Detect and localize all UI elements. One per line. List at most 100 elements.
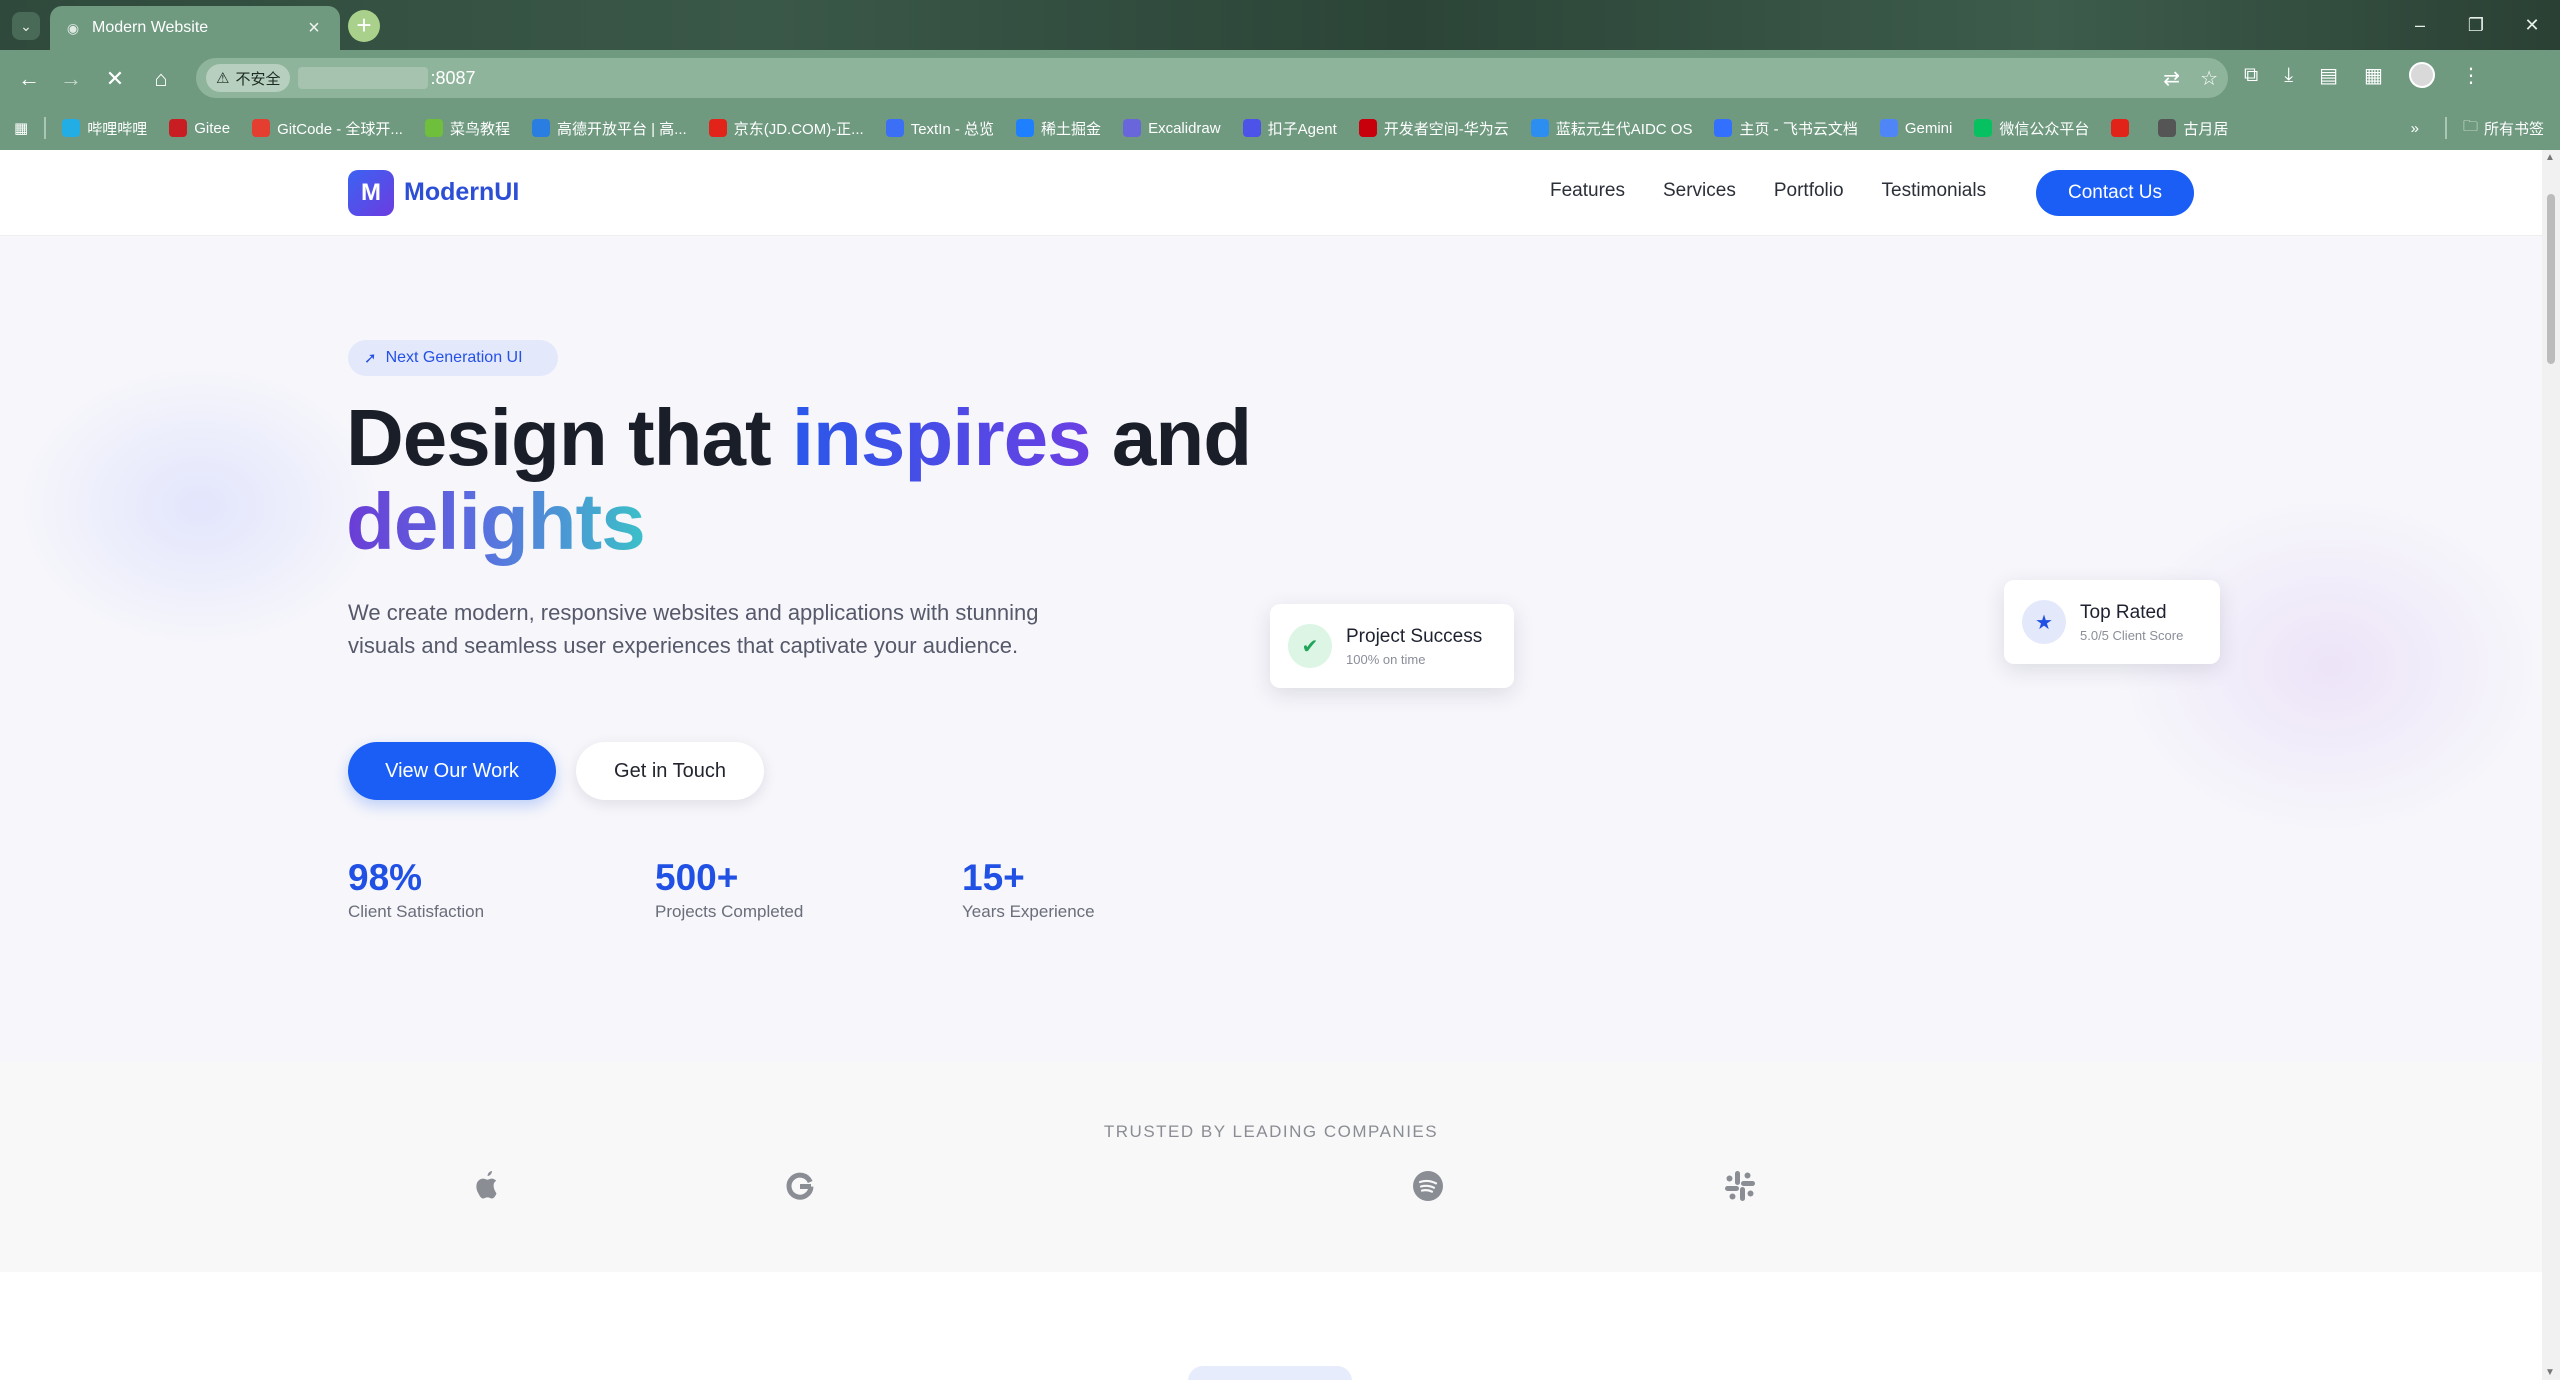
nav-link-testimonials[interactable]: Testimonials [1882,180,1987,202]
downloads-icon[interactable]: ⤓ [2284,64,2293,87]
page-scrollbar[interactable]: ▲ ▼ [2542,150,2560,1380]
bookmark-star-icon[interactable]: ☆ [2200,66,2218,91]
browser-tab-bar: ⌄ ◉ Modern Website × + – ❐ ✕ [0,0,2560,50]
profile-avatar[interactable] [2408,62,2435,88]
close-window-icon[interactable]: ✕ [2504,0,2560,50]
nav-link-portfolio[interactable]: Portfolio [1774,180,1844,202]
bookmark-favicon-icon [708,119,727,137]
browser-tab-active[interactable]: ◉ Modern Website × [50,6,340,50]
bookmark-item[interactable]: 蓝耘元生代AIDC OS [1530,118,1692,139]
bookmark-label: 主页 - 飞书云文档 [1739,120,1858,138]
all-bookmarks-label: 所有书签 [2483,120,2544,138]
apps-grid-icon[interactable]: ▦ [2364,63,2383,88]
bookmark-item[interactable]: 古月居 [2158,118,2228,139]
address-bar[interactable]: ⚠ 不安全 :8087 ⇄ ☆ [196,58,2228,98]
check-icon: ✔ [1288,624,1332,668]
section-badge [1188,1366,1352,1380]
stop-loading-icon[interactable]: ✕ [100,64,130,94]
forward-arrow-icon[interactable]: → [56,64,86,94]
more-menu-icon[interactable]: ⋮ [2461,63,2481,88]
translate-icon[interactable]: ⇄ [2163,66,2180,91]
star-icon: ★ [2022,600,2066,644]
nav-link-services[interactable]: Services [1663,180,1736,202]
bookmark-item[interactable]: 稀土掘金 [1016,118,1101,139]
bookmarks-divider [44,117,47,139]
tab-close-icon[interactable]: × [302,17,326,40]
get-in-touch-button[interactable]: Get in Touch [576,742,764,800]
bookmark-item[interactable]: 微信公众平台 [1974,118,2089,139]
trusted-section: TRUSTED BY LEADING COMPANIES [0,1062,2542,1272]
card-subtitle: 100% on time [1346,651,1426,667]
stat-label: Years Experience [962,902,1095,921]
new-tab-button[interactable]: + [348,10,380,42]
all-bookmarks[interactable]: » 🗀 所有书签 [2411,106,2544,150]
top-rated-card: ★ Top Rated 5.0/5 Client Score [2004,580,2220,664]
bookmark-favicon-icon [1714,119,1733,137]
bookmark-label: Excalidraw [1148,119,1221,137]
trusted-title: TRUSTED BY LEADING COMPANIES [1103,1122,1439,1141]
stat-value: 500+ [655,857,739,898]
globe-icon: ◉ [66,19,80,36]
bookmark-favicon-icon [885,119,904,137]
bookmarks-bar: ▦ 哔哩哔哩 Gitee GitCode - 全球开... 菜鸟教程 高德开放平台 | … [0,106,2560,150]
security-label: 不安全 [235,70,281,88]
slack-icon [1720,1166,1760,1206]
bookmark-label: GitCode - 全球开... [277,120,403,138]
hero-badge-label: Next Generation UI [385,349,523,366]
hero-headline: Design that inspires and delights [346,393,1252,566]
stat-item: 15+ Years Experience [962,856,1269,922]
back-arrow-icon[interactable]: ← [14,64,44,94]
bookmark-label: 菜鸟教程 [449,120,510,138]
main-nav: Features Services Portfolio Testimonials [1550,180,1986,202]
bookmark-label: 稀土掘金 [1041,120,1102,138]
contact-us-button[interactable]: Contact Us [2036,170,2194,216]
card-subtitle: 5.0/5 Client Score [2080,627,2184,643]
bookmark-favicon-icon [531,119,550,137]
bookmark-item[interactable]: Excalidraw [1123,119,1221,137]
bookmark-favicon-icon [1358,119,1377,137]
bookmark-item[interactable]: TextIn - 总览 [885,118,995,139]
scroll-thumb[interactable] [2547,194,2555,364]
bookmark-item[interactable]: Gitee [169,119,230,137]
chevron-right-icon[interactable]: » [2411,120,2419,137]
hero-section: ➚ Next Generation UI Design that inspire… [0,236,2542,1062]
site-header: M ModernUI Features Services Portfolio T… [0,150,2542,236]
window-controls: – ❐ ✕ [2392,0,2560,50]
bookmark-label: 微信公众平台 [1999,120,2090,138]
bookmark-item[interactable]: 京东(JD.COM)-正... [708,118,864,139]
bookmark-label: 京东(JD.COM)-正... [733,120,864,138]
security-indicator[interactable]: ⚠ 不安全 [206,64,291,92]
rocket-icon: ➚ [364,350,377,367]
headline-highlight: inspires [791,393,1092,482]
bookmark-item[interactable]: 高德开放平台 | 高... [531,118,687,139]
bookmark-item[interactable]: 开发者空间-华为云 [1358,118,1509,139]
bookmark-label: 扣子Agent [1267,120,1337,138]
scroll-up-icon[interactable]: ▲ [2545,152,2555,163]
restore-icon[interactable]: ❐ [2448,0,2504,50]
home-icon[interactable]: ⌂ [146,64,176,94]
extensions-icon[interactable]: ⧉ [2244,64,2258,87]
bookmark-item[interactable]: 哔哩哔哩 [62,118,147,139]
apps-icon[interactable]: ▦ [14,119,28,137]
bookmark-favicon-icon [1530,119,1549,137]
bookmark-favicon-icon [424,119,443,137]
bookmark-list: 哔哩哔哩 Gitee GitCode - 全球开... 菜鸟教程 高德开放平台 | 高.… [62,118,2250,139]
bookmark-item[interactable]: 主页 - 飞书云文档 [1714,118,1858,139]
bookmark-item[interactable] [2111,119,2136,137]
bookmark-item[interactable]: Gemini [1879,119,1952,137]
logo-mark[interactable]: M [348,170,394,216]
reading-list-icon[interactable]: ▤ [2319,63,2338,88]
logo-text[interactable]: ModernUI [404,178,519,207]
scroll-down-icon[interactable]: ▼ [2545,1367,2555,1378]
tab-search-button[interactable]: ⌄ [12,12,40,40]
browser-toolbar: ← → ✕ ⌂ ⚠ 不安全 :8087 ⇄ ☆ ⧉ ⤓ ▤ ▦ ⋮ [0,50,2560,106]
headline-line2: delights [346,477,646,566]
view-our-work-button[interactable]: View Our Work [348,742,556,800]
minimize-icon[interactable]: – [2392,0,2448,50]
bookmark-item[interactable]: GitCode - 全球开... [252,118,403,139]
bookmark-favicon-icon [252,119,271,137]
bookmark-label: TextIn - 总览 [910,120,995,138]
nav-link-features[interactable]: Features [1550,180,1625,202]
bookmark-item[interactable]: 菜鸟教程 [424,118,510,139]
bookmark-item[interactable]: 扣子Agent [1242,118,1337,139]
